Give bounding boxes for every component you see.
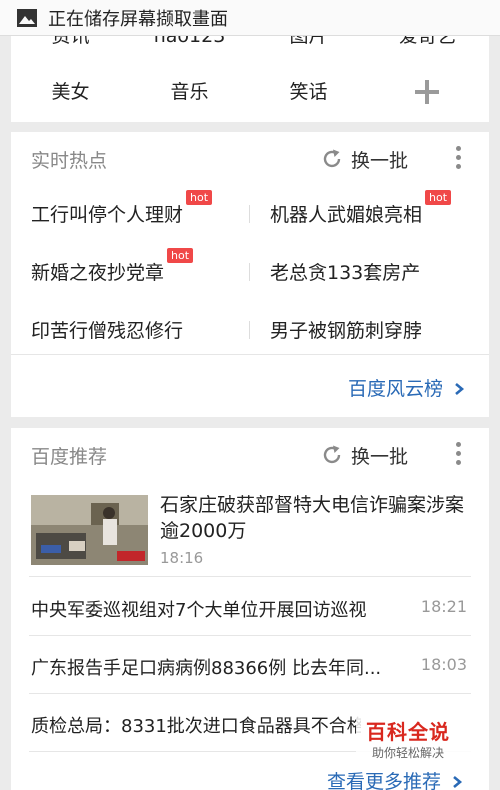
- chevron-right-icon: [453, 776, 463, 788]
- fengyun-link[interactable]: 百度风云榜: [348, 374, 465, 401]
- plus-icon[interactable]: [415, 80, 439, 104]
- recommend-title: 百度推荐: [31, 446, 108, 468]
- more-recommend-label: 查看更多推荐: [326, 771, 441, 790]
- hot-item[interactable]: 男子被钢筋刺穿脖: [270, 316, 422, 343]
- watermark-title: 百科全说: [366, 720, 450, 744]
- more-recommend-link[interactable]: 查看更多推荐: [327, 767, 463, 790]
- fengyun-link-label: 百度风云榜: [347, 378, 443, 400]
- news-thumbnail-image: [31, 495, 148, 565]
- hot-topics-title: 实时热点: [31, 150, 108, 172]
- hot-topics-header: 实时热点 换一批: [11, 132, 489, 186]
- hot-item[interactable]: 印苦行僧残忍修行: [31, 316, 183, 343]
- nav-item-music[interactable]: 音乐: [130, 72, 249, 112]
- image-icon: [17, 8, 37, 27]
- news-thumbnail[interactable]: [31, 495, 148, 565]
- feature-news-title[interactable]: 石家庄破获部督特大电信诈骗案涉案逾2000万: [160, 492, 470, 544]
- news-item-time: 18:21: [420, 597, 467, 616]
- divider: [29, 693, 471, 694]
- nav-item-jokes[interactable]: 笑话: [249, 72, 368, 112]
- refresh-label: 换一批: [351, 149, 409, 172]
- hot-badge: hot: [425, 190, 452, 205]
- divider: [249, 263, 250, 281]
- divider: [249, 205, 250, 223]
- news-item-time: 18:03: [420, 655, 467, 674]
- more-options-icon[interactable]: [453, 146, 463, 172]
- nav-item-beauty[interactable]: 美女: [11, 72, 130, 112]
- hot-item[interactable]: 工行叫停个人理财: [31, 200, 183, 227]
- divider: [249, 321, 250, 339]
- recommend-header: 百度推荐 换一批: [11, 428, 489, 482]
- baike-watermark: 百科全说 助你轻松解决: [356, 712, 476, 764]
- divider: [11, 354, 489, 355]
- hot-item[interactable]: 老总贪133套房产: [270, 258, 420, 285]
- hot-refresh-button[interactable]: 换一批: [321, 144, 408, 174]
- refresh-label: 换一批: [351, 445, 409, 468]
- chevron-right-icon: [455, 383, 465, 395]
- refresh-icon: [323, 445, 341, 464]
- divider: [29, 635, 471, 636]
- hot-badge: hot: [186, 190, 213, 205]
- feature-news-time: 18:16: [160, 549, 204, 567]
- hot-topics-card: 实时热点 换一批 工行叫停个人理财 hot 机器人武媚娘亮相 hot 新婚之夜抄…: [11, 132, 489, 417]
- refresh-icon: [323, 149, 341, 168]
- hot-item[interactable]: 机器人武媚娘亮相: [270, 200, 422, 227]
- watermark-subtitle: 助你轻松解决: [372, 746, 445, 760]
- divider: [29, 576, 471, 577]
- nav-row-bottom: 美女 音乐 笑话: [11, 72, 489, 112]
- status-bar: 正在储存屏幕撷取畫面: [0, 0, 500, 36]
- hot-badge: hot: [167, 248, 194, 263]
- news-item-title[interactable]: 广东报告手足口病病例88366例 比去年同...: [31, 654, 411, 680]
- news-item-title[interactable]: 中央军委巡视组对7个大单位开展回访巡视: [31, 596, 421, 622]
- status-text: 正在储存屏幕撷取畫面: [48, 8, 228, 30]
- more-options-icon[interactable]: [453, 442, 463, 468]
- recommend-refresh-button[interactable]: 换一批: [321, 440, 408, 470]
- news-item-title[interactable]: 质检总局：8331批次进口食品器具不合格: [31, 712, 361, 738]
- hot-item[interactable]: 新婚之夜抄党章: [31, 258, 164, 285]
